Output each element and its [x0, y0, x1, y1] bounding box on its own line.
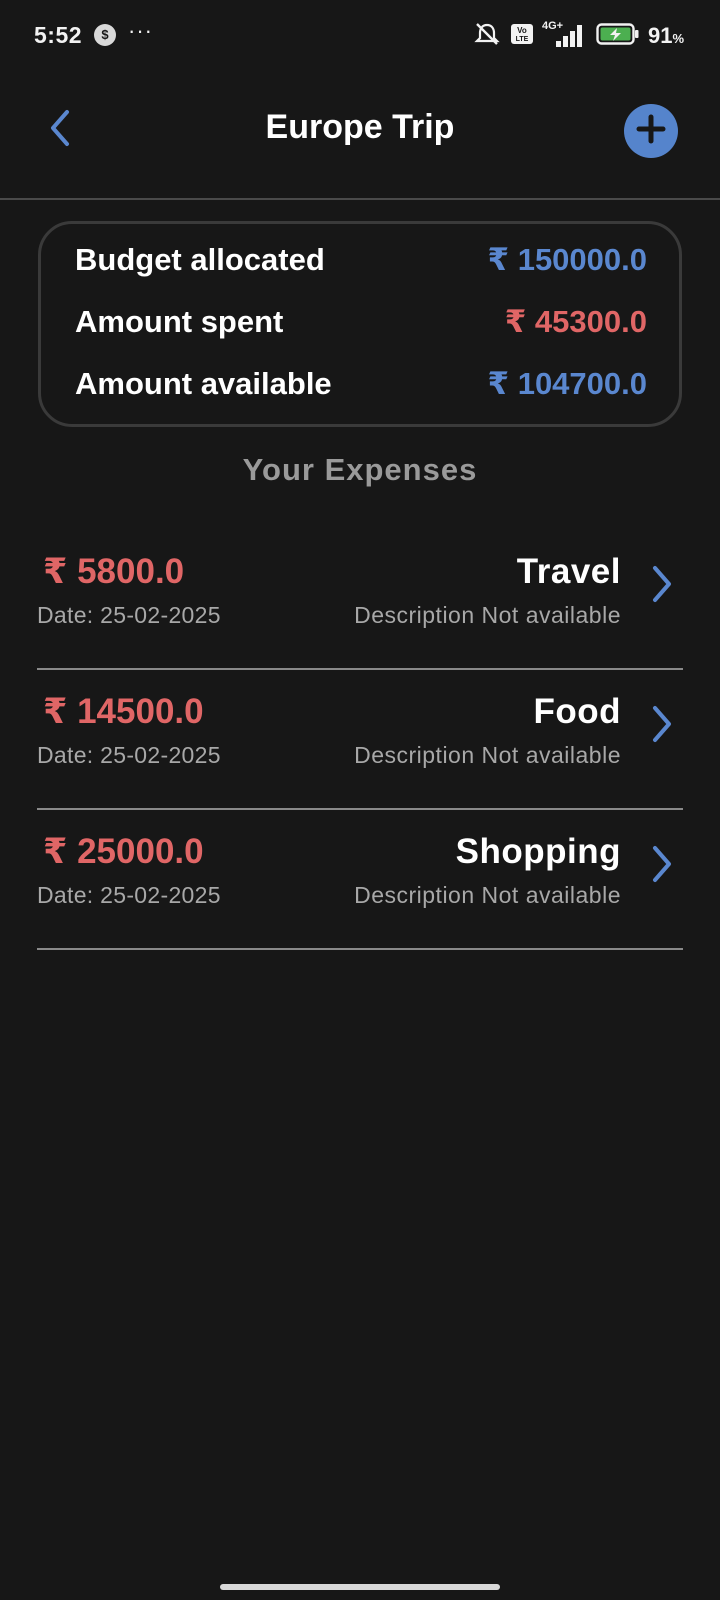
amount-spent-row: Amount spent ₹ 45300.0: [75, 300, 647, 344]
expense-category: Shopping: [455, 832, 621, 871]
chevron-right-icon[interactable]: [647, 844, 677, 884]
app-notification-icon: $: [94, 24, 116, 46]
expense-category: Travel: [516, 552, 621, 591]
more-notifications-icon: ···: [128, 18, 153, 43]
expense-date: Date: 25-02-2025: [37, 882, 221, 908]
silent-icon: [472, 21, 502, 52]
expense-description: Description Not available: [354, 602, 621, 628]
amount-spent-label: Amount spent: [75, 304, 284, 339]
expense-amount: ₹ 5800.0: [43, 552, 185, 591]
add-expense-button[interactable]: [624, 104, 678, 158]
expense-category: Food: [533, 692, 621, 731]
expense-item-travel[interactable]: ₹ 5800.0 Date: 25-02-2025 Travel Descrip…: [37, 530, 683, 670]
home-indicator[interactable]: [220, 1584, 500, 1590]
app-header: Europe Trip: [0, 72, 720, 200]
amount-spent-value: ₹ 45300.0: [504, 304, 647, 339]
page-title: Europe Trip: [265, 108, 455, 146]
expense-amount: ₹ 25000.0: [43, 832, 204, 871]
expenses-section-title: Your Expenses: [242, 452, 478, 487]
volte-label-top: Vo: [517, 26, 527, 35]
expense-item-food[interactable]: ₹ 14500.0 Date: 25-02-2025 Food Descript…: [37, 670, 683, 810]
plus-icon: [636, 114, 666, 149]
amount-available-row: Amount available ₹ 104700.0: [75, 362, 647, 406]
expense-date: Date: 25-02-2025: [37, 742, 221, 768]
amount-available-label: Amount available: [75, 366, 332, 401]
battery-percentage: 91%: [648, 23, 684, 49]
status-bar: 5:52 $ ··· Vo LTE 4G+ 91%: [0, 0, 720, 72]
budget-allocated-row: Budget allocated ₹ 150000.0: [75, 238, 647, 282]
signal-icon: 4G+: [542, 20, 588, 49]
status-icons: Vo LTE 4G+ 91%: [472, 20, 684, 52]
expense-list: ₹ 5800.0 Date: 25-02-2025 Travel Descrip…: [37, 530, 683, 950]
status-time: 5:52: [34, 22, 83, 48]
battery-unit: %: [672, 31, 684, 46]
volte-label-bottom: LTE: [516, 36, 529, 43]
expense-date: Date: 25-02-2025: [37, 602, 221, 628]
expense-description: Description Not available: [354, 882, 621, 908]
budget-allocated-label: Budget allocated: [75, 242, 325, 277]
battery-level: 91: [647, 23, 673, 48]
expense-amount: ₹ 14500.0: [43, 692, 204, 731]
budget-summary-card: Budget allocated ₹ 150000.0 Amount spent…: [38, 221, 682, 427]
chevron-right-icon[interactable]: [647, 564, 677, 604]
expense-description: Description Not available: [354, 742, 621, 768]
battery-charging-icon: [596, 22, 640, 51]
chevron-right-icon[interactable]: [647, 704, 677, 744]
expense-item-shopping[interactable]: ₹ 25000.0 Date: 25-02-2025 Shopping Desc…: [37, 810, 683, 950]
amount-available-value: ₹ 104700.0: [487, 366, 647, 401]
volte-icon: Vo LTE: [510, 23, 534, 50]
budget-allocated-value: ₹ 150000.0: [487, 242, 647, 277]
